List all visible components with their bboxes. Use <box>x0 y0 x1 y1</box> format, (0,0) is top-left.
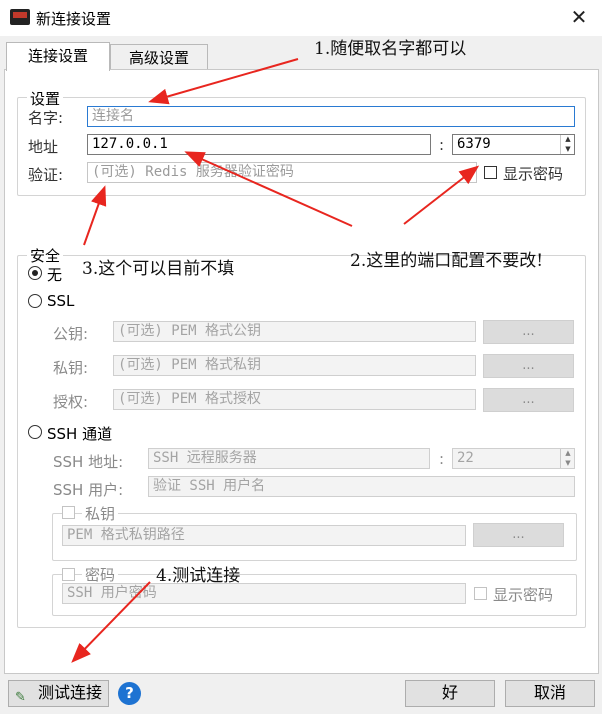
tab-connection-settings[interactable]: 连接设置 <box>6 42 110 71</box>
arrow-2a <box>184 151 353 227</box>
arrow-2b <box>403 165 480 225</box>
annotation-arrows <box>71 58 480 663</box>
arrow-1 <box>148 58 299 105</box>
annotation-1: 1.随便取名字都可以 <box>314 39 467 59</box>
annotation-3: 3.这个可以目前不填 <box>82 259 235 279</box>
arrow-4 <box>71 581 151 663</box>
arrow-3 <box>83 185 107 246</box>
annotation-4: 4.测试连接 <box>156 566 241 586</box>
annotation-2: 2.这里的端口配置不要改! <box>350 251 544 271</box>
